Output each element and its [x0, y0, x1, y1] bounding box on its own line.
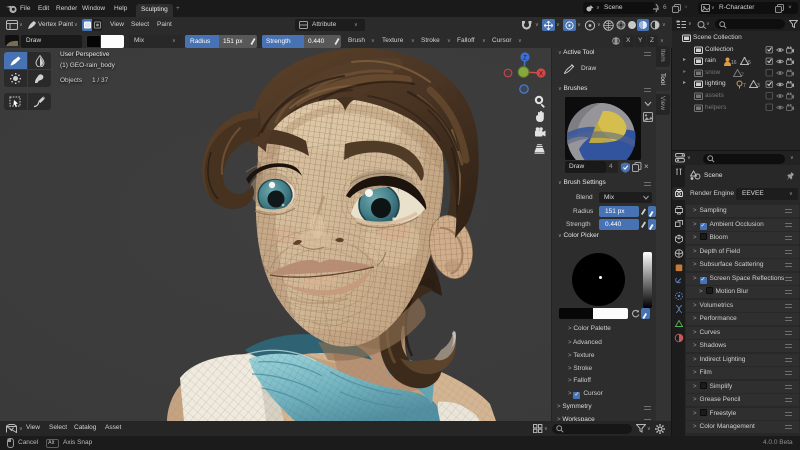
svg-text:X: X: [539, 72, 543, 78]
svg-text:Z: Z: [523, 56, 527, 62]
